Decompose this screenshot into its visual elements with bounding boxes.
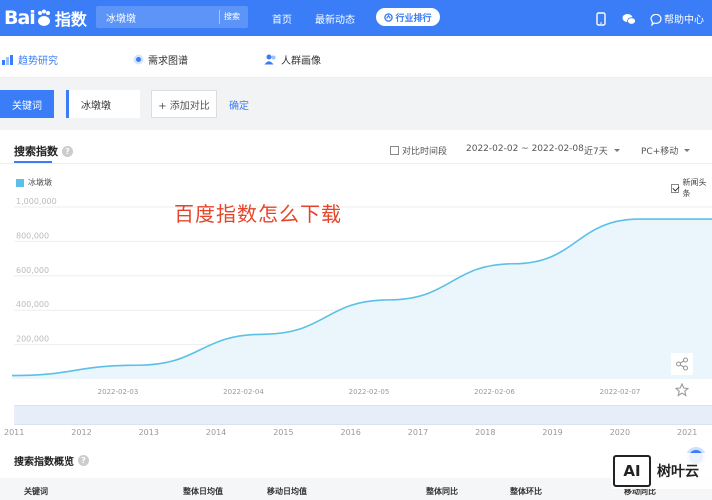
x-tick-label: 2022-02-05: [349, 388, 390, 396]
overlay-caption: 百度指数怎么下载: [174, 202, 342, 226]
trend-icon: [2, 54, 13, 65]
checkbox-icon: [390, 146, 399, 155]
ranking-icon: [384, 12, 394, 22]
y-tick-label: 600,000: [16, 266, 49, 275]
y-tick-label: 200,000: [16, 335, 49, 344]
year-label: 2020: [609, 428, 631, 437]
year-label: 2015: [273, 428, 294, 437]
year-label: 2012: [71, 428, 92, 437]
add-compare-button[interactable]: + 添加对比: [151, 90, 217, 118]
search-button[interactable]: 搜索: [224, 11, 240, 22]
period-select[interactable]: 近7天: [584, 144, 620, 157]
search-divider: [219, 10, 220, 24]
year-label: 2021: [677, 428, 698, 437]
y-tick-label: 400,000: [16, 300, 49, 309]
nav-latest-news[interactable]: 最新动态: [315, 11, 355, 26]
logo-latin: Bai: [4, 7, 36, 29]
x-tick-label: 2022-02-07: [600, 388, 641, 396]
watermark: AI 树叶云: [611, 453, 712, 489]
subnav-demand-map[interactable]: 需求图谱: [133, 52, 188, 67]
col-keyword: 关键词: [24, 487, 48, 496]
year-label: 2016: [340, 428, 361, 437]
divider: [0, 163, 712, 164]
industry-ranking-button[interactable]: 行业排行: [376, 8, 440, 26]
y-tick-label: 800,000: [16, 231, 49, 240]
year-label: 2011: [4, 428, 25, 437]
period-label: 近7天: [584, 147, 608, 157]
wechat-icon[interactable]: [622, 11, 636, 25]
confirm-button[interactable]: 确定: [229, 97, 249, 112]
sub-nav: [0, 36, 712, 78]
logo-cn: 指数: [54, 10, 87, 29]
keyword-tab[interactable]: 关键词: [0, 90, 54, 118]
nav-home[interactable]: 首页: [272, 11, 292, 26]
search-input[interactable]: 冰墩墩: [106, 10, 136, 25]
star-icon[interactable]: [671, 379, 693, 401]
search-index-label: 搜索指数: [14, 145, 58, 158]
col-overall-mom: 整体环比: [510, 487, 542, 496]
series-area: [12, 219, 712, 379]
industry-ranking-label: 行业排行: [395, 13, 432, 24]
legend-label: 冰墩墩: [28, 178, 52, 187]
paw-icon: [36, 9, 52, 27]
people-icon: [264, 54, 276, 65]
keyword-input[interactable]: 冰墩墩: [66, 90, 140, 118]
date-range-picker[interactable]: 2022-02-02 ~ 2022-02-08: [466, 144, 584, 154]
search-index-title: 搜索指数 ?: [14, 143, 73, 159]
share-icon[interactable]: [671, 353, 693, 375]
overview-title: 搜索指数概览 ?: [14, 453, 89, 468]
y-tick-label: 1,000,000: [16, 197, 57, 206]
subnav-label: 人群画像: [281, 56, 321, 67]
year-label: 2013: [138, 428, 159, 437]
year-label: 2014: [205, 428, 227, 437]
search-index-chart: 1,000,000 800,000 600,000 400,000 200,000 202…: [11, 197, 712, 396]
col-overall-yoy: 整体同比: [426, 487, 458, 496]
col-mobile-daily-avg: 移动日均值: [267, 487, 307, 496]
device-select[interactable]: PC+移动: [641, 144, 691, 157]
legend-swatch: [16, 178, 24, 187]
overview-table-header: [0, 478, 712, 500]
year-label: 2017: [407, 428, 429, 437]
watermark-badge: AI: [613, 455, 651, 487]
question-icon[interactable]: ?: [78, 455, 89, 466]
col-overall-daily-avg: 整体日均值: [183, 487, 223, 496]
year-label: 2019: [542, 428, 563, 437]
overview-label: 搜索指数概览: [14, 457, 74, 468]
x-tick-label: 2022-02-04: [223, 388, 264, 396]
watermark-text: 树叶云: [657, 464, 699, 480]
compare-period-label: 对比时间段: [402, 147, 448, 157]
time-range-slider[interactable]: [14, 405, 712, 425]
subnav-label: 需求图谱: [148, 56, 188, 67]
date-range-label: 2022-02-02 ~ 2022-02-08: [466, 144, 584, 154]
header-search: 冰墩墩 搜索: [96, 6, 248, 28]
subnav-trend-research[interactable]: 趋势研究: [2, 52, 58, 67]
baidu-index-logo[interactable]: Bai 指数: [4, 5, 87, 31]
chart-legend[interactable]: 冰墩墩: [16, 177, 52, 188]
chevron-down-icon: [684, 149, 691, 152]
compare-period-toggle[interactable]: 对比时间段: [390, 144, 447, 157]
year-label: 2018: [475, 428, 496, 437]
subnav-user-portrait[interactable]: 人群画像: [264, 52, 321, 67]
mobile-icon[interactable]: [595, 11, 609, 26]
chevron-down-icon: [613, 149, 620, 152]
help-center-link[interactable]: 帮助中心: [664, 11, 704, 26]
x-tick-label: 2022-02-06: [474, 388, 515, 396]
target-icon: [133, 54, 144, 65]
subnav-label: 趋势研究: [18, 56, 58, 67]
device-label: PC+移动: [641, 147, 679, 157]
question-icon[interactable]: ?: [62, 145, 73, 157]
x-tick-label: 2022-02-03: [98, 388, 139, 396]
help-icon: [650, 11, 664, 27]
